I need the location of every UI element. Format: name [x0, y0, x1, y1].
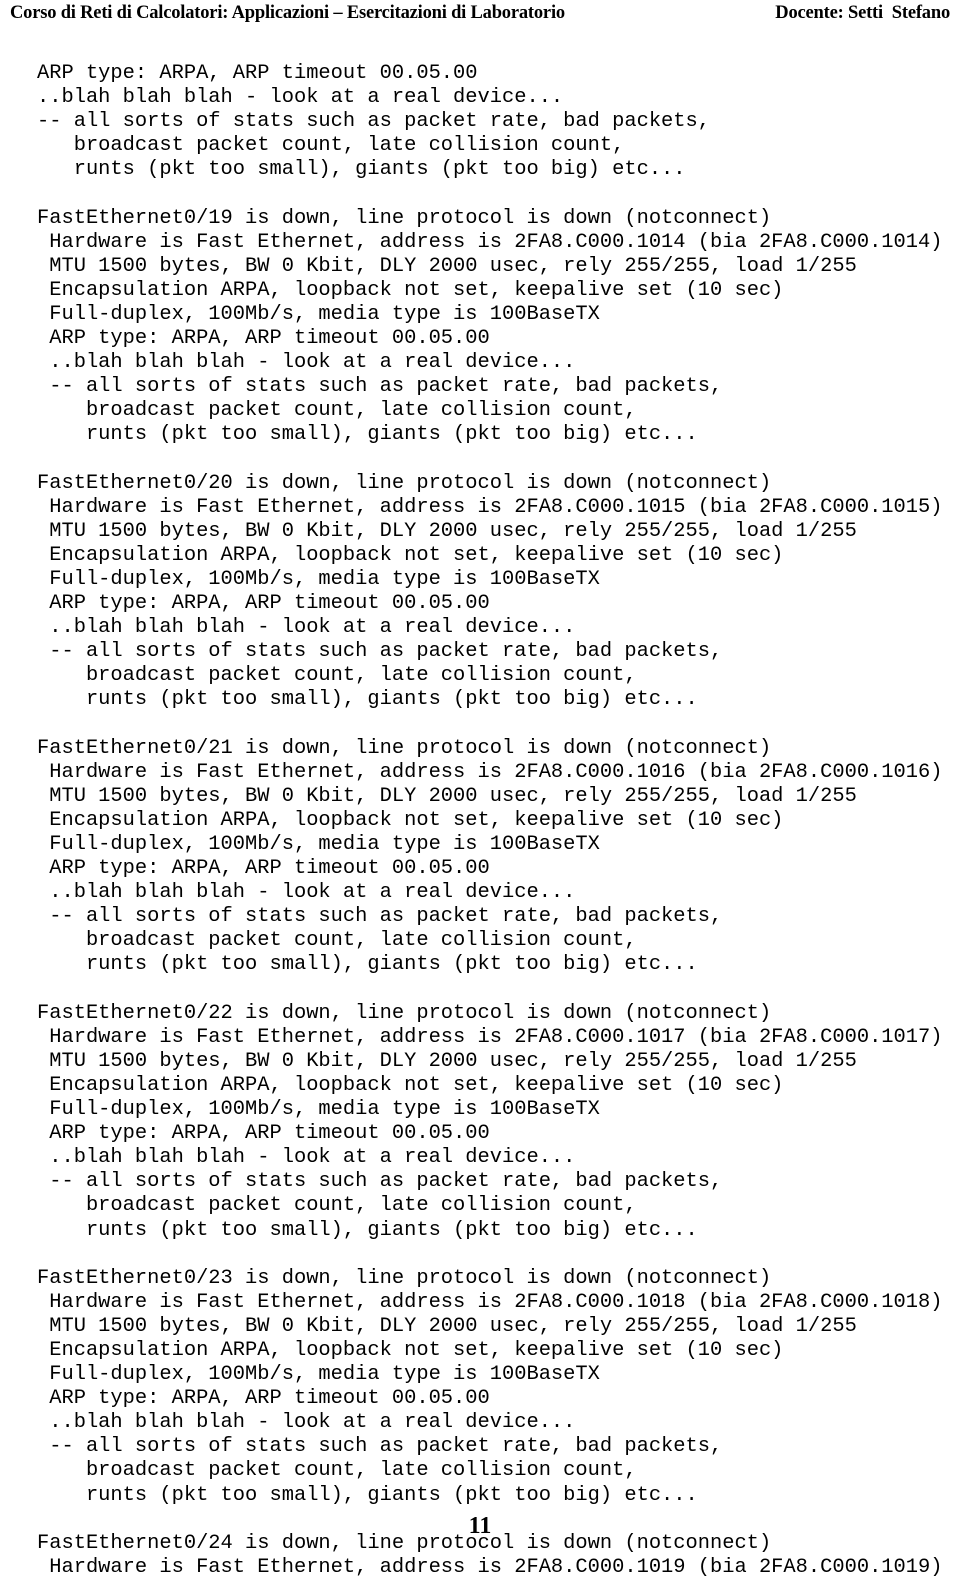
console-line: Hardware is Fast Ethernet, address is 2F…	[37, 1555, 943, 1579]
console-line: ARP type: ARPA, ARP timeout 00.05.00	[37, 1387, 490, 1411]
console-output-block: ARP type: ARPA, ARP timeout 00.05.00 ..bl…	[37, 62, 943, 1580]
console-line: MTU 1500 bytes, BW 0 Kbit, DLY 2000 usec…	[37, 1314, 857, 1338]
console-line: Full-duplex, 100Mb/s, media type is 100B…	[37, 302, 600, 326]
console-line: Full-duplex, 100Mb/s, media type is 100B…	[37, 1363, 600, 1387]
console-line: runts (pkt too small), giants (pkt too b…	[37, 953, 698, 977]
console-line: ARP type: ARPA, ARP timeout 00.05.00	[37, 857, 490, 881]
console-line: ARP type: ARPA, ARP timeout 00.05.00	[37, 592, 490, 616]
console-line: Hardware is Fast Ethernet, address is 2F…	[37, 230, 943, 254]
console-line: -- all sorts of stats such as packet rat…	[37, 110, 711, 134]
console-line: broadcast packet count, late collision c…	[37, 1194, 637, 1218]
console-line: broadcast packet count, late collision c…	[37, 1459, 637, 1483]
console-line: MTU 1500 bytes, BW 0 Kbit, DLY 2000 usec…	[37, 1049, 857, 1073]
console-line: ARP type: ARPA, ARP timeout 00.05.00	[37, 1122, 490, 1146]
console-line: ..blah blah blah - look at a real device…	[37, 1411, 576, 1435]
console-line: Full-duplex, 100Mb/s, media type is 100B…	[37, 1098, 600, 1122]
console-line: runts (pkt too small), giants (pkt too b…	[37, 423, 698, 447]
console-line: broadcast packet count, late collision c…	[37, 929, 637, 953]
console-line: MTU 1500 bytes, BW 0 Kbit, DLY 2000 usec…	[37, 519, 857, 543]
console-line: Hardware is Fast Ethernet, address is 2F…	[37, 1025, 943, 1049]
console-line: Encapsulation ARPA, loopback not set, ke…	[37, 278, 784, 302]
console-line: Full-duplex, 100Mb/s, media type is 100B…	[37, 833, 600, 856]
console-line: Hardware is Fast Ethernet, address is 2F…	[37, 760, 943, 784]
console-line: ..blah blah blah - look at a real device…	[37, 881, 576, 905]
console-line: FastEthernet0/23 is down, line protocol …	[37, 1266, 772, 1290]
console-line: Full-duplex, 100Mb/s, media type is 100B…	[37, 567, 600, 591]
console-line: ..blah blah blah - look at a real device…	[37, 86, 564, 110]
console-line: -- all sorts of stats such as packet rat…	[37, 375, 723, 399]
page-header: Corso di Reti di Calcolatori: Applicazio…	[0, 0, 960, 30]
console-line: FastEthernet0/19 is down, line protocol …	[37, 206, 772, 230]
console-line: Encapsulation ARPA, loopback not set, ke…	[37, 808, 784, 832]
console-line: ..blah blah blah - look at a real device…	[37, 351, 576, 375]
console-line: ..blah blah blah - look at a real device…	[37, 1146, 576, 1170]
console-line: ARP type: ARPA, ARP timeout 00.05.00	[37, 62, 478, 85]
console-line: Hardware is Fast Ethernet, address is 2F…	[37, 495, 943, 519]
console-line: -- all sorts of stats such as packet rat…	[37, 640, 723, 664]
console-line: FastEthernet0/21 is down, line protocol …	[37, 736, 772, 760]
console-line: broadcast packet count, late collision c…	[37, 134, 625, 158]
console-line: Hardware is Fast Ethernet, address is 2F…	[37, 1290, 943, 1314]
console-line: -- all sorts of stats such as packet rat…	[37, 905, 723, 929]
console-line: ARP type: ARPA, ARP timeout 00.05.00	[37, 327, 490, 351]
console-line: broadcast packet count, late collision c…	[37, 664, 637, 688]
console-line: Encapsulation ARPA, loopback not set, ke…	[37, 543, 784, 567]
console-line: runts (pkt too small), giants (pkt too b…	[37, 1218, 698, 1242]
console-line: FastEthernet0/20 is down, line protocol …	[37, 471, 772, 495]
console-line: runts (pkt too small), giants (pkt too b…	[37, 688, 698, 712]
console-line: -- all sorts of stats such as packet rat…	[37, 1170, 723, 1194]
console-line: ..blah blah blah - look at a real device…	[37, 616, 576, 640]
page-number: 11	[468, 1513, 492, 1539]
console-line: -- all sorts of stats such as packet rat…	[37, 1435, 723, 1459]
header-instructor: Docente: Setti Stefano	[775, 3, 950, 23]
console-line: runts (pkt too small), giants (pkt too b…	[37, 1483, 698, 1507]
console-line: Encapsulation ARPA, loopback not set, ke…	[37, 1073, 784, 1097]
console-line: broadcast packet count, late collision c…	[37, 399, 637, 423]
console-line: MTU 1500 bytes, BW 0 Kbit, DLY 2000 usec…	[37, 784, 857, 808]
console-line: runts (pkt too small), giants (pkt too b…	[37, 158, 686, 182]
console-line: MTU 1500 bytes, BW 0 Kbit, DLY 2000 usec…	[37, 254, 857, 278]
header-course-title: Corso di Reti di Calcolatori: Applicazio…	[10, 3, 565, 23]
console-line: FastEthernet0/22 is down, line protocol …	[37, 1001, 772, 1025]
console-line: Encapsulation ARPA, loopback not set, ke…	[37, 1338, 784, 1362]
